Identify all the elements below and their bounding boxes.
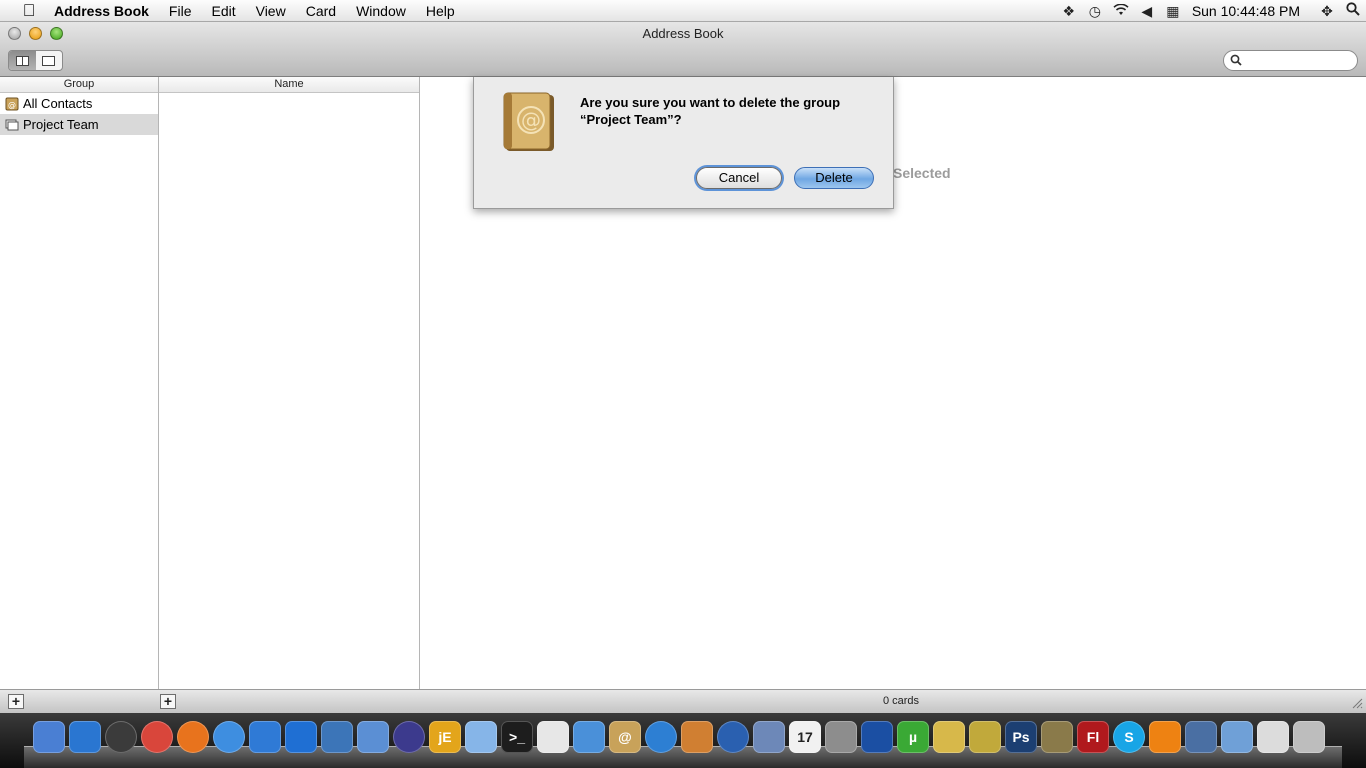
cancel-button[interactable]: Cancel [696, 167, 782, 189]
dock-eclipse-icon[interactable] [393, 721, 425, 753]
dock-paris-app-icon[interactable] [1041, 721, 1073, 753]
dock: jE >_ @17 µ Ps Fl S [0, 713, 1366, 768]
menu-edit[interactable]: Edit [201, 0, 245, 22]
dock-vlc-icon[interactable] [1149, 721, 1181, 753]
dock-finder-icon[interactable] [33, 721, 65, 753]
dock-textedit-icon[interactable] [537, 721, 569, 753]
menu-help[interactable]: Help [416, 0, 465, 22]
menu-file[interactable]: File [159, 0, 202, 22]
window-titlebar: Address Book [0, 22, 1366, 77]
dock-preview-icon[interactable] [357, 721, 389, 753]
name-column: Name [159, 77, 420, 689]
resize-grip-icon[interactable] [1351, 697, 1363, 709]
dock-utorrent-icon[interactable]: µ [897, 721, 929, 753]
group-label: Project Team [23, 117, 99, 132]
dock-ical-icon[interactable]: 17 [789, 721, 821, 753]
dock-flash-icon[interactable]: Fl [1077, 721, 1109, 753]
dock-photoshop-icon[interactable]: Ps [1005, 721, 1037, 753]
dropbox-icon[interactable]: ❖ [1056, 0, 1082, 22]
spotlight-icon[interactable] [1340, 0, 1366, 22]
group-label: All Contacts [23, 96, 93, 111]
menu-window[interactable]: Window [346, 0, 416, 22]
search-box[interactable] [1223, 50, 1358, 71]
search-input[interactable] [1246, 53, 1351, 68]
dock-address-book-icon[interactable]: @ [609, 721, 641, 753]
apple-menu-icon[interactable]:  [16, 0, 42, 22]
dock-mail-stamp-icon[interactable] [753, 721, 785, 753]
dock-terminal-icon[interactable]: >_ [501, 721, 533, 753]
group-column: Group @ All Contacts Project Team [0, 77, 159, 689]
group-column-header[interactable]: Group [0, 77, 158, 93]
group-row-all-contacts[interactable]: @ All Contacts [0, 93, 158, 114]
card-count: 0 cards [882, 695, 920, 707]
network-icon[interactable]: ✥ [1314, 0, 1340, 22]
menu-view[interactable]: View [246, 0, 296, 22]
name-column-header[interactable]: Name [159, 77, 419, 93]
status-menus: ❖ ◷ ◀ ▦ Sun 10:44:48 PM ✥ [1056, 0, 1366, 22]
address-book-icon: @ [5, 97, 19, 110]
dock-itunes-icon[interactable] [645, 721, 677, 753]
columns-view-icon [15, 55, 29, 66]
dialog-message-line1: Are you sure you want to delete the grou… [580, 95, 841, 110]
svg-text:@: @ [521, 108, 541, 132]
dock-mail-icon[interactable] [465, 721, 497, 753]
dock-documents-stack-icon[interactable] [1221, 721, 1253, 753]
no-card-selected-text: Selected [893, 165, 951, 181]
dock-ichat-icon[interactable] [249, 721, 281, 753]
window-bottom-bar: + + 0 cards [0, 689, 1366, 713]
dock-dvd-player-icon[interactable] [717, 721, 749, 753]
menu-app-name[interactable]: Address Book [52, 0, 159, 22]
group-row-project-team[interactable]: Project Team [0, 114, 158, 135]
dock-firefox-icon[interactable] [177, 721, 209, 753]
view-columns-button[interactable] [9, 51, 36, 70]
menu-list: Address Book File Edit View Card Window … [52, 0, 465, 22]
wifi-icon[interactable] [1108, 0, 1134, 22]
delete-button[interactable]: Delete [794, 167, 874, 189]
dock-internet-explorer-icon[interactable] [285, 721, 317, 753]
dock-xcode-icon[interactable] [321, 721, 353, 753]
dock-jedit-icon[interactable]: jE [429, 721, 461, 753]
volume-icon[interactable]: ◀ [1134, 0, 1160, 22]
dock-iphoto-icon[interactable] [681, 721, 713, 753]
dock-flight-app-icon[interactable] [969, 721, 1001, 753]
address-book-app-icon: @ [503, 92, 554, 151]
dock-chrome-icon[interactable] [141, 721, 173, 753]
card-view-icon [42, 55, 56, 66]
group-icon [5, 119, 19, 130]
dock-trash-icon[interactable] [1293, 721, 1325, 753]
calendar-menu-icon[interactable]: ▦ [1160, 0, 1186, 22]
menu-card[interactable]: Card [296, 0, 346, 22]
dock-app-store-icon[interactable] [69, 721, 101, 753]
delete-group-dialog: @ Are you sure you want to delete the gr… [473, 77, 894, 209]
dock-system-preferences-icon[interactable] [825, 721, 857, 753]
view-card-button[interactable] [36, 51, 63, 70]
dialog-message: Are you sure you want to delete the grou… [580, 94, 880, 128]
search-icon [1230, 54, 1242, 66]
dock-dashboard-icon[interactable] [105, 721, 137, 753]
dialog-message-line2: “Project Team”? [580, 112, 682, 127]
dock-safari-icon[interactable] [213, 721, 245, 753]
menu-bar:  Address Book File Edit View Card Windo… [0, 0, 1366, 22]
dock-photo-app-icon[interactable] [1185, 721, 1217, 753]
clock[interactable]: Sun 10:44:48 PM [1186, 0, 1314, 22]
view-mode-toggle [8, 50, 63, 71]
dock-downloads-stack-icon[interactable] [1257, 721, 1289, 753]
dock-frog-app-icon[interactable] [861, 721, 893, 753]
dock-skype-icon[interactable]: S [1113, 721, 1145, 753]
dock-items: jE >_ @17 µ Ps Fl S [33, 721, 1329, 753]
svg-text:@: @ [8, 100, 16, 109]
dock-facetime-icon[interactable] [573, 721, 605, 753]
time-machine-icon[interactable]: ◷ [1082, 0, 1108, 22]
dock-pencil-app-icon[interactable] [933, 721, 965, 753]
window-title: Address Book [642, 26, 724, 41]
